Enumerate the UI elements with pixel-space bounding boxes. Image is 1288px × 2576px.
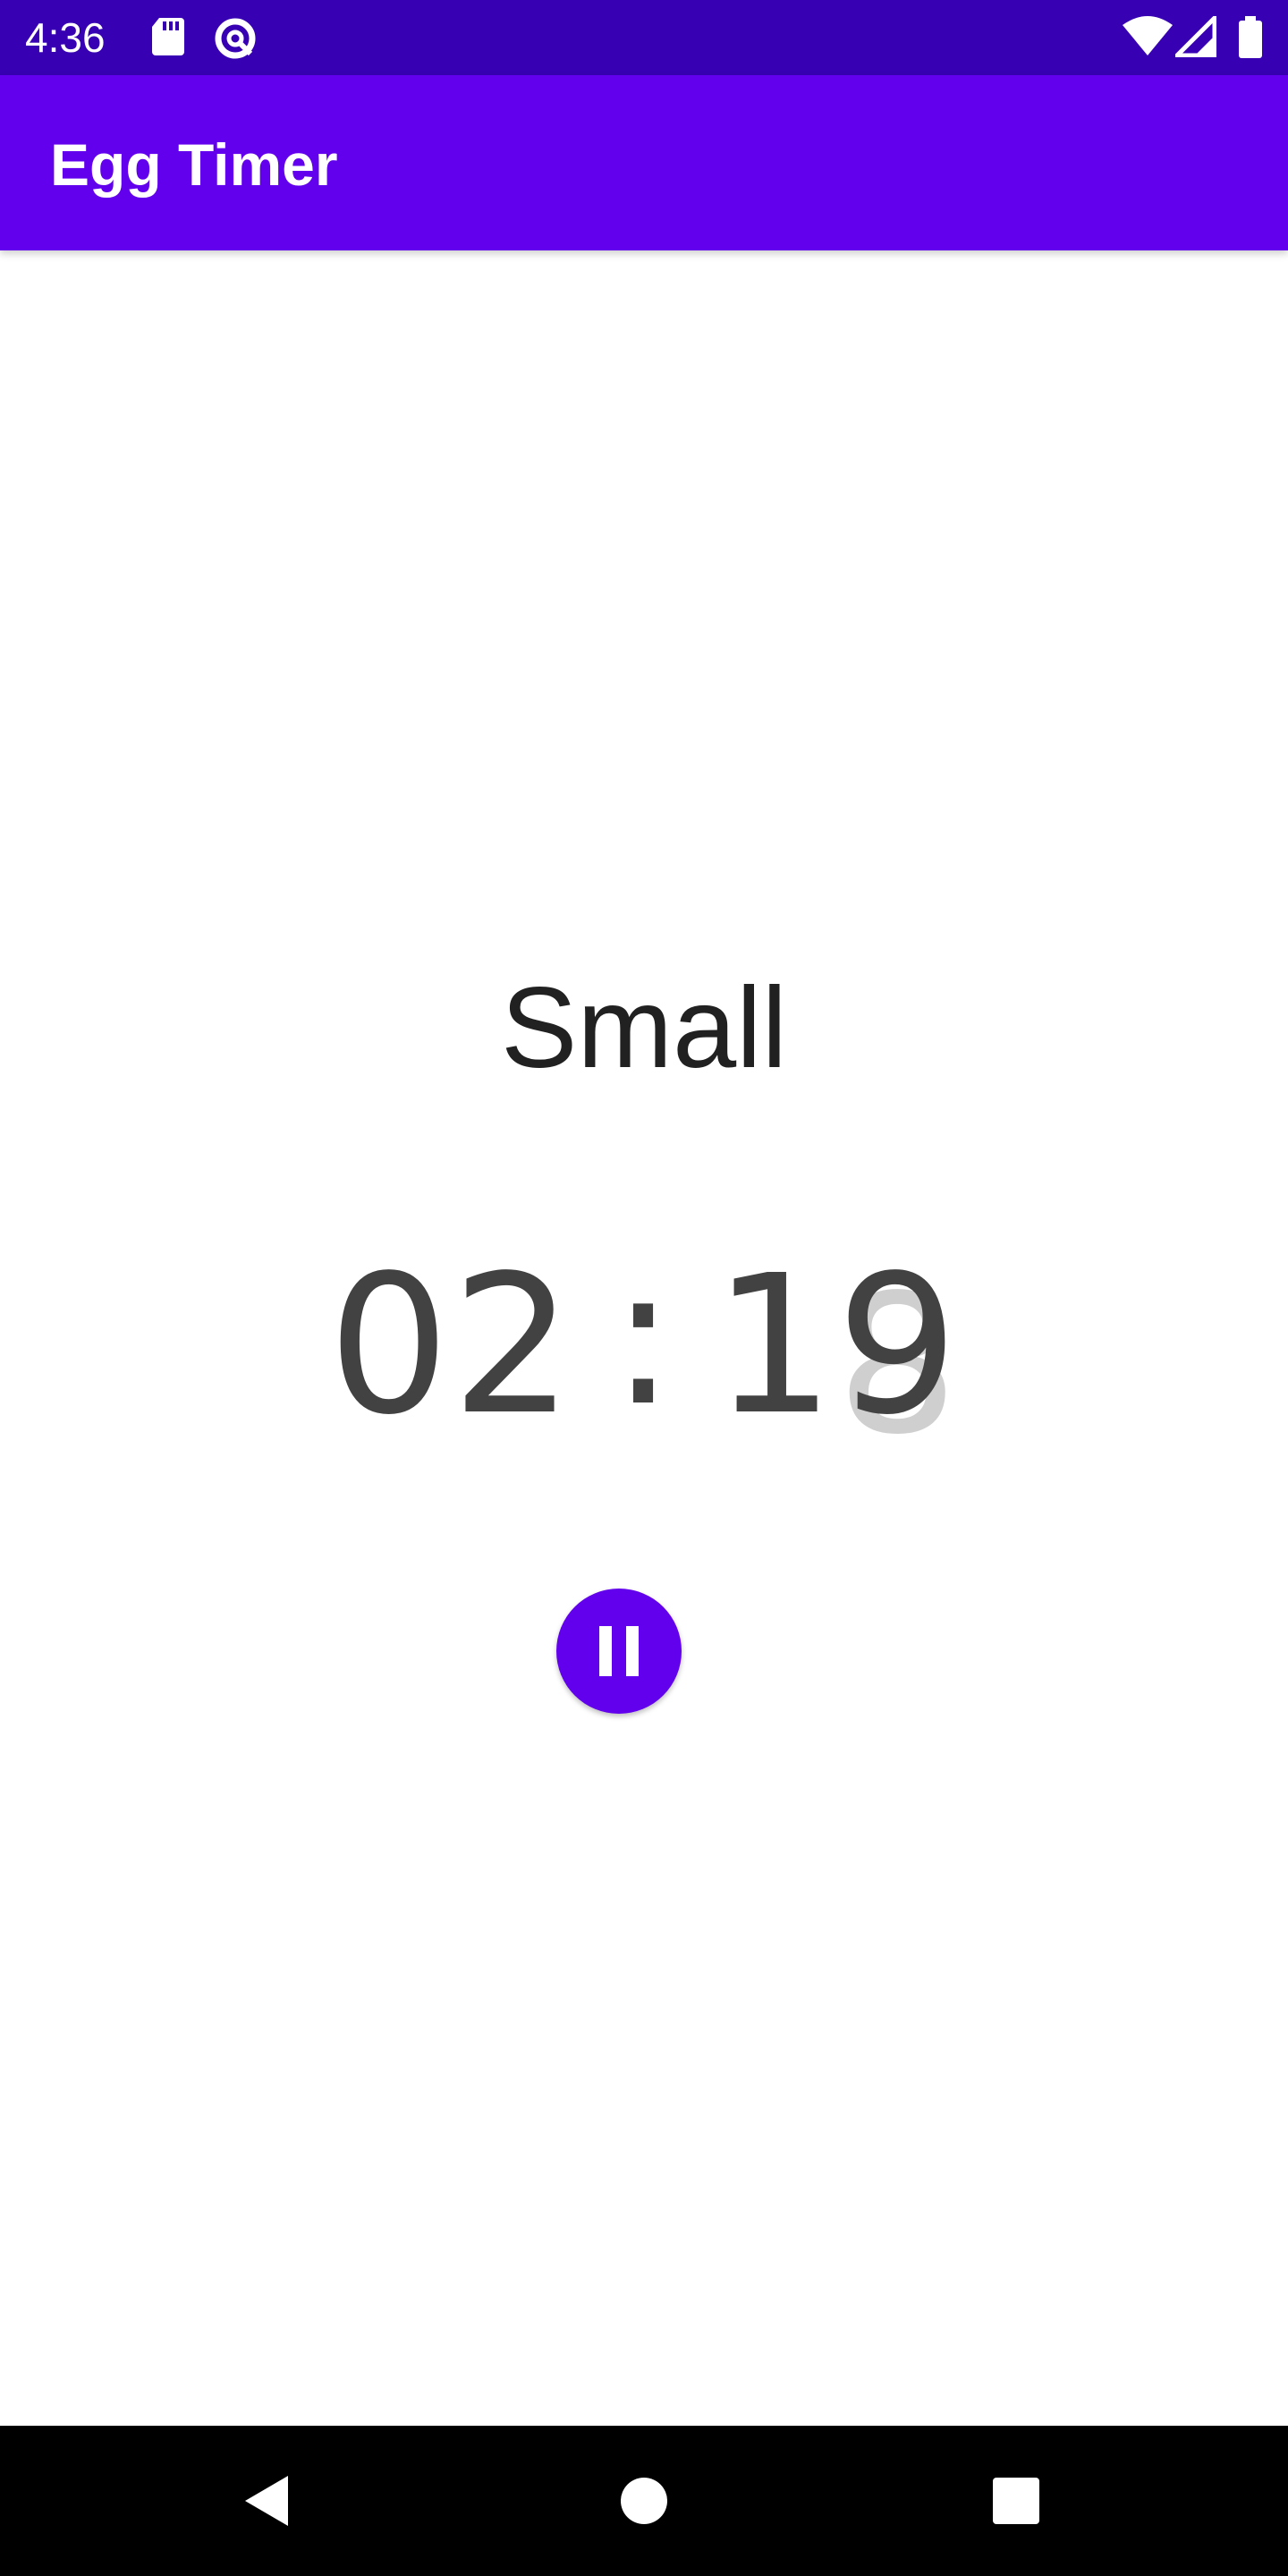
egg-size-label: Small [500, 964, 788, 1092]
home-button[interactable] [608, 2465, 680, 2537]
timer-minutes: 02 [327, 1234, 575, 1457]
timer-seconds-ones: 89 [836, 1239, 960, 1473]
pause-icon [599, 1626, 639, 1676]
timer-seconds-ones-current: 9 [836, 1234, 961, 1457]
navigation-bar [0, 2426, 1288, 2576]
battery-icon [1238, 16, 1263, 64]
cellular-signal-icon [1171, 12, 1217, 62]
recents-button[interactable] [980, 2465, 1052, 2537]
home-icon [621, 2478, 667, 2524]
countdown-timer: 02:1 8 9 [0, 1230, 1288, 1473]
timer-separator: : [610, 1225, 678, 1448]
status-time: 4:36 [25, 14, 106, 61]
pause-button[interactable] [556, 1589, 682, 1714]
egg-timer-screen: 4:36 Egg Timer Small 02: 1 8 9 [0, 0, 1288, 2576]
timer-seconds-tens: 1 [713, 1234, 837, 1457]
data-saver-icon [213, 16, 258, 65]
sd-card-icon [150, 16, 186, 62]
recents-icon [993, 2478, 1039, 2524]
wifi-icon [1122, 16, 1174, 62]
back-icon [245, 2476, 288, 2526]
app-title: Egg Timer [50, 131, 338, 198]
status-bar: 4:36 [0, 0, 1288, 75]
app-bar: Egg Timer [0, 75, 1288, 250]
back-button[interactable] [233, 2465, 304, 2537]
